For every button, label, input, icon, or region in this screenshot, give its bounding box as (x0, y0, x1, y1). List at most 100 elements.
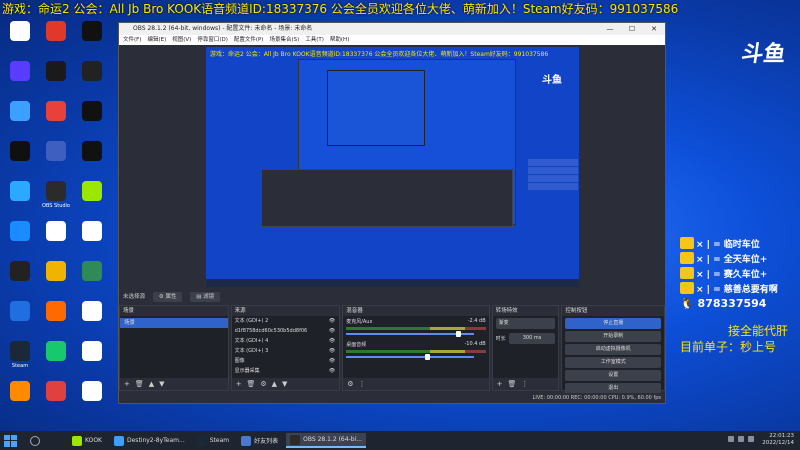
obs-preview[interactable]: 游戏：命运2 公会：All Jb Bro KOOK语音频道ID:18337376… (206, 47, 579, 287)
menu-tools[interactable]: 工具(T) (305, 35, 324, 45)
tray-icon[interactable] (748, 436, 754, 442)
scene-item[interactable]: 场景 (120, 318, 228, 328)
close-icon[interactable]: ✕ (643, 23, 665, 35)
obs-window[interactable]: OBS 28.1.2 (64-bit, windows) - 配置文件: 未命名… (118, 22, 666, 404)
add-icon[interactable]: + (236, 380, 242, 388)
desktop-icon[interactable] (2, 98, 38, 138)
desktop-icon[interactable] (74, 338, 110, 378)
eye-icon[interactable]: 👁 (329, 316, 335, 326)
studio-mode-button[interactable]: 工作室模式 (565, 357, 661, 368)
gear-icon[interactable]: ⚙ (347, 380, 353, 388)
menu-edit[interactable]: 编辑(E) (147, 35, 166, 45)
maximize-icon[interactable]: ☐ (621, 23, 643, 35)
obs-title-bar[interactable]: OBS 28.1.2 (64-bit, windows) - 配置文件: 未命名… (119, 23, 665, 35)
volume-knob[interactable] (455, 331, 461, 337)
desktop-icon[interactable] (2, 178, 38, 218)
desktop-icon[interactable] (38, 98, 74, 138)
properties-button[interactable]: ⚙ 属性 (152, 292, 183, 302)
gear-icon[interactable]: ⚙ (260, 380, 266, 388)
menu-file[interactable]: 文件(F) (123, 35, 141, 45)
desktop-icon[interactable] (38, 18, 74, 58)
source-item[interactable]: d1f8758dcd60c530b5dd8f06 👁 (232, 326, 340, 336)
volume-knob[interactable] (425, 354, 431, 360)
desktop-icon[interactable]: Steam (2, 338, 38, 378)
desktop-icon[interactable] (74, 58, 110, 98)
tray-icon[interactable] (738, 436, 744, 442)
stop-streaming-button[interactable]: 停止直播 (565, 318, 661, 329)
desktop-icon[interactable] (2, 218, 38, 258)
desktop-icon[interactable] (38, 258, 74, 298)
more-icon[interactable]: ⋮ (521, 380, 528, 388)
desktop-icon[interactable] (2, 258, 38, 298)
desktop-icon[interactable] (2, 138, 38, 178)
transition-select[interactable]: 渐变 (495, 318, 556, 329)
duration-input[interactable]: 300 ms (508, 333, 556, 344)
more-icon[interactable]: ⋮ (358, 380, 365, 388)
eye-icon[interactable]: 👁 (329, 366, 335, 376)
virtual-camera-button[interactable]: 启动虚拟摄像机 (565, 344, 661, 355)
add-icon[interactable]: + (497, 380, 503, 388)
desktop-icon[interactable] (2, 18, 38, 58)
desktop-icon[interactable] (74, 298, 110, 338)
desktop-icon[interactable] (38, 58, 74, 98)
source-item[interactable]: 文本 (GDI+) 4 👁 (232, 336, 340, 346)
desktop-icon[interactable] (38, 298, 74, 338)
minimize-icon[interactable]: — (599, 23, 621, 35)
chevron-up-icon[interactable]: ▲ (149, 380, 154, 388)
trash-icon[interactable]: 🗑 (508, 380, 517, 388)
trash-icon[interactable]: 🗑 (135, 380, 144, 388)
menu-profile[interactable]: 配置文件(P) (234, 35, 264, 45)
search-icon[interactable] (30, 435, 40, 446)
desktop-icon[interactable] (74, 178, 110, 218)
eye-icon[interactable]: 👁 (329, 336, 335, 346)
chevron-down-icon[interactable]: ▼ (282, 380, 287, 388)
windows-start-icon[interactable] (4, 434, 18, 447)
desktop-icon-grid: OBS Studio Steam (2, 18, 110, 428)
taskbar-app[interactable]: Destiny2-8yTeam... (110, 433, 189, 448)
app-icon (72, 435, 82, 446)
menu-view[interactable]: 视图(V) (172, 35, 191, 45)
taskbar-app[interactable]: Steam (193, 433, 233, 448)
tray-icon[interactable] (728, 436, 734, 442)
filters-button[interactable]: ▤ 滤镜 (190, 292, 221, 302)
menu-docks[interactable]: 停靠窗口(D) (197, 35, 228, 45)
desktop-icon[interactable] (74, 218, 110, 258)
source-item[interactable]: 显示器采集 👁 (232, 366, 340, 376)
eye-icon[interactable]: 👁 (329, 356, 335, 366)
desktop-icon[interactable] (74, 378, 110, 418)
desktop-icon[interactable] (2, 298, 38, 338)
chevron-up-icon[interactable]: ▲ (272, 380, 277, 388)
trash-icon[interactable]: 🗑 (246, 380, 255, 388)
volume-slider[interactable] (346, 331, 474, 337)
filter-icon: ▤ (196, 294, 202, 300)
desktop-icon[interactable]: OBS Studio (38, 178, 74, 218)
desktop-icon[interactable] (2, 58, 38, 98)
desktop-icon[interactable] (74, 258, 110, 298)
start-recording-button[interactable]: 开始录制 (565, 331, 661, 342)
desktop-icon[interactable] (74, 138, 110, 178)
chevron-down-icon[interactable]: ▼ (159, 380, 164, 388)
desktop-icon[interactable] (38, 378, 74, 418)
volume-slider[interactable] (346, 354, 474, 360)
menu-scene-collection[interactable]: 场景集合(S) (269, 35, 299, 45)
taskbar-clock[interactable]: 22:01:23 2022/12/14 (762, 433, 794, 447)
desktop-icon[interactable] (74, 98, 110, 138)
source-item[interactable]: 图像 👁 (232, 356, 340, 366)
source-item[interactable]: 文本 (GDI+) 3 👁 (232, 346, 340, 356)
menu-help[interactable]: 帮助(H) (330, 35, 349, 45)
desktop-icon[interactable] (2, 378, 38, 418)
source-item[interactable]: 文本 (GDI+) 2 👁 (232, 316, 340, 326)
eye-icon[interactable]: 👁 (329, 326, 335, 336)
taskbar-app[interactable]: 好友列表 (237, 433, 282, 448)
desktop-icon[interactable] (38, 138, 74, 178)
eye-icon[interactable]: 👁 (329, 346, 335, 356)
taskbar-app[interactable]: KOOK (68, 433, 106, 448)
desktop-icon[interactable] (38, 218, 74, 258)
taskbar-app[interactable]: OBS 28.1.2 (64-bi... (286, 433, 366, 448)
mixer-footer: ⚙ ⋮ (343, 378, 489, 390)
desktop-icon[interactable] (38, 338, 74, 378)
settings-button[interactable]: 设置 (565, 370, 661, 381)
desktop-icon[interactable] (74, 18, 110, 58)
taskbar: KOOK Destiny2-8yTeam... Steam 好友列表 OBS 28.1.… (0, 431, 800, 450)
add-icon[interactable]: + (124, 380, 130, 388)
